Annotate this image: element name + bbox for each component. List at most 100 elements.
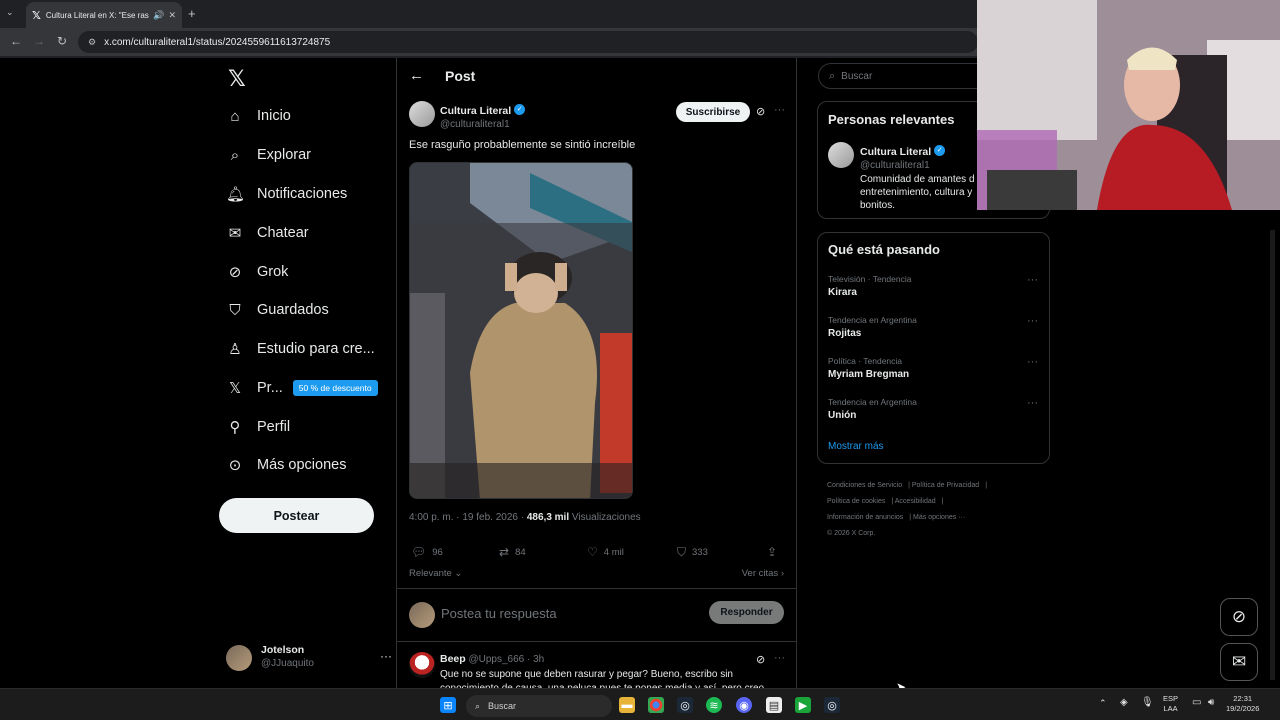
reply-author-handle: @Upps_666 bbox=[468, 654, 525, 665]
nav-item-estudio[interactable]: ♙ Estudio para cre... bbox=[226, 335, 374, 363]
reply-author-name[interactable]: Beep bbox=[440, 653, 466, 665]
language-indicator[interactable]: ESP LAA bbox=[1163, 694, 1178, 714]
more-icon[interactable]: ··· bbox=[380, 649, 392, 663]
video-frame bbox=[410, 163, 632, 498]
nav-item-perfil[interactable]: ⚲ Perfil bbox=[226, 413, 291, 441]
person-icon: ⚲ bbox=[229, 419, 241, 436]
grok-icon[interactable]: ⊘ bbox=[756, 105, 765, 118]
new-tab-icon[interactable]: + bbox=[188, 6, 196, 21]
person-info[interactable]: Cultura Literal ✓ @culturaliteral1 bbox=[860, 142, 946, 171]
repost-button[interactable]: ⇄ 84 bbox=[499, 545, 526, 559]
trend-item[interactable]: Tendencia en Argentina Rojitas ··· bbox=[828, 315, 1040, 339]
bookmark-button[interactable]: ⛉ 333 bbox=[677, 545, 708, 560]
nav-item-inicio[interactable]: ⌂ Inicio bbox=[226, 102, 290, 130]
grok-icon[interactable]: ⊘ bbox=[756, 653, 765, 666]
browser-tab[interactable]: 𝕏 Cultura Literal en X: "Ese rasg 🔊 ✕ bbox=[26, 2, 182, 28]
nav-item-notificaciones[interactable]: 🔔︎ Notificaciones bbox=[226, 180, 347, 208]
subscribe-button[interactable]: Suscribirse bbox=[676, 102, 750, 122]
mail-icon: ✉ bbox=[228, 225, 242, 242]
file-explorer-icon[interactable]: ▬ bbox=[619, 697, 635, 713]
audio-icon[interactable]: 🔊 bbox=[153, 10, 164, 21]
search-icon: ⌕ bbox=[230, 146, 240, 164]
author-name: Cultura Literal bbox=[440, 105, 512, 117]
tab-search-icon[interactable]: ⌄ bbox=[6, 7, 14, 18]
reply-submit-button[interactable]: Responder bbox=[709, 601, 784, 624]
footer-link[interactable]: Información de anuncios bbox=[827, 514, 903, 521]
back-arrow-icon[interactable]: ← bbox=[409, 67, 424, 84]
post-timestamp[interactable]: 4:00 p. m. · 19 feb. 2026 · bbox=[409, 512, 524, 523]
trend-name: Rojitas bbox=[828, 328, 862, 339]
scrollbar[interactable] bbox=[1270, 230, 1275, 680]
nav-item-explorar[interactable]: ⌕ Explorar bbox=[226, 141, 311, 169]
like-button[interactable]: ♡ 4 mil bbox=[587, 545, 624, 559]
close-tab-icon[interactable]: ✕ bbox=[168, 10, 176, 21]
more-icon[interactable]: ··· bbox=[1027, 274, 1038, 286]
forward-icon[interactable]: → bbox=[33, 34, 45, 48]
more-icon[interactable]: ··· bbox=[1027, 315, 1038, 327]
address-bar[interactable]: ⚙ x.com/culturaliteral1/status/202455961… bbox=[78, 31, 978, 53]
show-more-link[interactable]: Mostrar más bbox=[828, 441, 884, 452]
footer-link[interactable]: Política de cookies bbox=[827, 498, 885, 505]
chrome-icon[interactable] bbox=[648, 697, 664, 713]
trend-item[interactable]: Política · Tendencia Myriam Bregman ··· bbox=[828, 356, 1040, 380]
discord-icon[interactable]: ◉ bbox=[736, 697, 752, 713]
x-logo-icon[interactable]: 𝕏 bbox=[228, 66, 246, 92]
post-button[interactable]: Postear bbox=[219, 498, 374, 533]
more-icon[interactable]: ··· bbox=[1027, 356, 1038, 368]
nav-item-mas-opciones[interactable]: ⊙ Más opciones bbox=[226, 451, 347, 479]
trend-item[interactable]: Tendencia en Argentina Unión ··· bbox=[828, 397, 1040, 421]
x-favicon-icon: 𝕏 bbox=[32, 9, 41, 22]
reply-button[interactable]: 💬︎ 96 bbox=[411, 545, 443, 559]
messages-fab-icon[interactable]: ✉ bbox=[1220, 643, 1258, 681]
like-count: 4 mil bbox=[603, 546, 624, 558]
grok-fab-icon[interactable]: ⊘ bbox=[1220, 598, 1258, 636]
post-column: ← Post Cultura Literal ✓ @culturaliteral1… bbox=[396, 58, 797, 688]
trend-item[interactable]: Televisión · Tendencia Kirara ··· bbox=[828, 274, 1040, 298]
taskbar-search[interactable]: ⌕ Buscar bbox=[466, 695, 612, 717]
chevron-right-icon: › bbox=[780, 568, 784, 579]
search-icon: ⌕ bbox=[829, 69, 836, 82]
more-icon[interactable]: ··· bbox=[774, 652, 785, 664]
clock[interactable]: 22:31 19/2/2026 bbox=[1226, 694, 1259, 714]
steam-icon[interactable]: ◎ bbox=[677, 697, 693, 713]
view-quotes-link[interactable]: Ver citas › bbox=[742, 568, 784, 579]
reply-input[interactable]: Postea tu respuesta bbox=[441, 606, 557, 621]
footer-link[interactable]: Condiciones de Servicio bbox=[827, 482, 902, 489]
display-icon[interactable]: ▭ bbox=[1192, 698, 1201, 708]
share-button[interactable]: ⇪ bbox=[767, 545, 783, 559]
grok-icon: ⊘ bbox=[228, 264, 242, 281]
author-info[interactable]: Cultura Literal ✓ @culturaliteral1 bbox=[440, 101, 526, 130]
steam-icon[interactable]: ◎ bbox=[824, 697, 840, 713]
person-avatar[interactable] bbox=[828, 142, 854, 168]
nav-item-grok[interactable]: ⊘ Grok bbox=[226, 258, 289, 286]
microphone-icon[interactable]: 🎙︎ bbox=[1141, 698, 1154, 708]
spotify-icon[interactable]: ≋ bbox=[706, 697, 722, 713]
windows-start-icon[interactable]: ⊞ bbox=[440, 697, 456, 713]
author-avatar[interactable] bbox=[409, 101, 435, 127]
more-icon[interactable]: ··· bbox=[1027, 397, 1038, 409]
sort-dropdown[interactable]: Relevante ⌄ bbox=[409, 568, 462, 579]
app-icon[interactable]: ▶ bbox=[795, 697, 811, 713]
post-video[interactable] bbox=[409, 162, 633, 499]
footer-link[interactable]: Política de Privacidad bbox=[912, 482, 979, 489]
network-shield-icon[interactable]: ◈ bbox=[1120, 698, 1128, 708]
reload-icon[interactable]: ↻ bbox=[57, 34, 67, 48]
footer-link[interactable]: Más opciones ··· bbox=[913, 514, 965, 521]
reply-avatar[interactable] bbox=[409, 652, 435, 678]
document-icon[interactable]: ▤ bbox=[766, 697, 782, 713]
reply-item[interactable]: Beep @Upps_666 · 3h ⊘ ··· Que no se supo… bbox=[397, 648, 796, 688]
footer-links: Condiciones de Servicio | Política de Pri… bbox=[827, 482, 988, 537]
trend-category: Tendencia en Argentina bbox=[828, 315, 917, 325]
site-info-icon[interactable]: ⚙ bbox=[88, 37, 96, 48]
nav-item-guardados[interactable]: ⛉ Guardados bbox=[226, 296, 328, 324]
account-switcher[interactable]: Jotelson @JJuaquito ··· bbox=[226, 643, 392, 675]
nav-item-chatear[interactable]: ✉ Chatear bbox=[226, 219, 309, 247]
chevron-up-icon[interactable]: ⌃ bbox=[1099, 698, 1107, 708]
taskbar-search-placeholder: Buscar bbox=[488, 701, 517, 711]
back-icon[interactable]: ← bbox=[10, 34, 22, 48]
footer-link[interactable]: Accesibilidad bbox=[895, 498, 936, 505]
trend-name: Unión bbox=[828, 410, 857, 421]
volume-icon[interactable]: 🔊︎ bbox=[1208, 698, 1214, 708]
more-icon[interactable]: ··· bbox=[774, 104, 785, 116]
nav-item-premium[interactable]: 𝕏 Pr... 50 % de descuento bbox=[226, 374, 378, 402]
